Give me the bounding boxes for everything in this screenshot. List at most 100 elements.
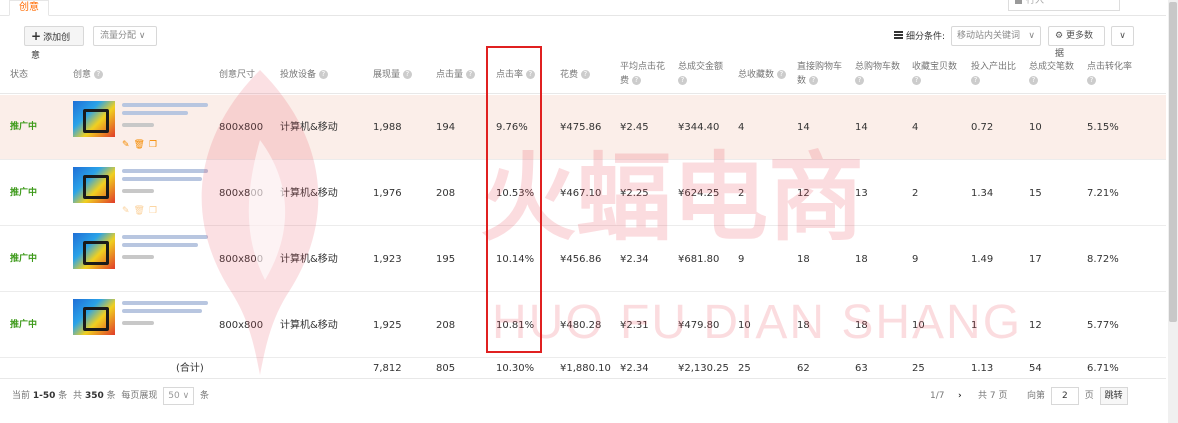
creative-thumbnail[interactable]	[73, 101, 115, 137]
add-creative-button[interactable]: + 添加创意	[24, 26, 84, 61]
cell-clicks: 208	[436, 320, 456, 331]
chevron-down-icon: ∨	[138, 31, 146, 41]
edit-icon[interactable]: ✎	[122, 140, 134, 150]
cell-gmv: ¥479.80	[678, 320, 720, 331]
search-input[interactable]: 行入	[1008, 0, 1120, 11]
creative-title-blurred	[122, 243, 198, 247]
cell-size: 800x800	[219, 188, 264, 199]
col-status: 状态	[10, 70, 29, 80]
col-cost[interactable]: 花费 ?	[560, 68, 590, 82]
cell-gmv: ¥624.25	[678, 188, 720, 199]
cell-cvr: 8.72%	[1087, 254, 1119, 265]
status-badge: 推广中	[10, 188, 38, 198]
cell-size: 800x800	[219, 320, 264, 331]
cell-roi: 1	[971, 320, 978, 331]
table-header: 状态 创意 ? 创意尺寸 投放设备 ? 展现量 ? 点击量 ? 点击率 ? 花费…	[0, 54, 1166, 94]
creative-thumbnail[interactable]	[73, 299, 115, 335]
vertical-scrollbar[interactable]	[1168, 0, 1178, 423]
cell-cpc: ¥2.34	[620, 254, 649, 265]
table-total-row: (合计) 7,812 805 10.30% ¥1,880.10 ¥2.34 ¥2…	[0, 359, 1166, 379]
filter-dimension-value: 移动站内关键词	[957, 31, 1021, 41]
col-device[interactable]: 投放设备 ?	[280, 68, 328, 82]
total-cvr: 6.71%	[1087, 363, 1119, 374]
creative-thumbnail[interactable]	[73, 167, 115, 203]
cell-roi: 0.72	[971, 122, 994, 133]
total-cost: ¥1,880.10	[560, 363, 611, 374]
more-data-button[interactable]: ⚙ 更多数据	[1048, 26, 1105, 59]
creative-title-blurred	[122, 235, 208, 239]
next-page-icon[interactable]: ›	[958, 385, 962, 407]
col-clicks[interactable]: 点击量 ?	[436, 68, 475, 82]
goto-page-button[interactable]: 跳转	[1099, 387, 1128, 405]
col-cpc[interactable]: 平均点击花费 ?	[620, 60, 670, 88]
goto-page-input[interactable]: 2	[1050, 387, 1079, 405]
col-cvr[interactable]: 点击转化率 ?	[1087, 60, 1142, 88]
help-icon: ?	[855, 76, 864, 85]
traffic-allocation-dropdown[interactable]: 流量分配 ∨	[93, 26, 157, 46]
cell-cvr: 5.15%	[1087, 122, 1119, 133]
tab-creative[interactable]: 创意	[9, 0, 49, 16]
col-roi[interactable]: 投入产出比 ?	[971, 60, 1023, 88]
total-orders: 54	[1029, 363, 1042, 374]
col-gmv[interactable]: 总成交金额 ?	[678, 60, 730, 88]
col-creative[interactable]: 创意 ?	[73, 68, 103, 82]
cell-fav-items: 10	[912, 320, 925, 331]
cell-direct-cart: 12	[797, 188, 810, 199]
creative-title-blurred	[122, 309, 202, 313]
table-row[interactable]: 推广中 800x800 计算机&移动 1,925 208 10.81% ¥480…	[0, 293, 1166, 358]
total-pages: 共 7 页	[978, 391, 1008, 401]
total-direct-cart: 62	[797, 363, 810, 374]
collapse-button[interactable]: ∨	[1111, 26, 1134, 46]
creative-meta-blurred	[122, 123, 154, 127]
status-badge: 推广中	[10, 122, 38, 132]
cell-direct-cart: 18	[797, 254, 810, 265]
cell-gmv: ¥344.40	[678, 122, 720, 133]
help-icon: ?	[580, 70, 590, 79]
cell-cost: ¥456.86	[560, 254, 602, 265]
col-direct-cart[interactable]: 直接购物车数 ?	[797, 60, 849, 88]
edit-icon[interactable]: ✎	[122, 206, 134, 216]
col-orders[interactable]: 总成交笔数 ?	[1029, 60, 1081, 88]
search-placeholder: 行入	[1026, 0, 1045, 6]
cell-total-cart: 13	[855, 188, 868, 199]
page-status: 1/7	[930, 391, 945, 401]
col-fav-items[interactable]: 收藏宝贝数 ?	[912, 60, 964, 88]
delete-icon[interactable]: 🗑	[134, 140, 149, 150]
creative-thumbnail[interactable]	[73, 233, 115, 269]
col-ctr[interactable]: 点击率 ?	[496, 68, 535, 82]
col-total-cart[interactable]: 总购物车数 ?	[855, 60, 907, 88]
col-size: 创意尺寸	[219, 70, 256, 80]
delete-icon[interactable]: 🗑	[134, 206, 149, 216]
row-actions[interactable]: ✎🗑❐	[122, 140, 161, 150]
cell-cost: ¥475.86	[560, 122, 602, 133]
copy-icon[interactable]: ❐	[149, 140, 161, 150]
creative-meta-blurred	[122, 321, 154, 325]
chevron-down-icon: ∨	[1119, 31, 1126, 41]
cell-cpc: ¥2.25	[620, 188, 649, 199]
table-row[interactable]: 推广中 ✎🗑❐ 800x800 计算机&移动 1,988 194 9.76% ¥…	[0, 95, 1166, 160]
table-row[interactable]: 推广中 ✎🗑❐ 800x800 计算机&移动 1,976 208 10.53% …	[0, 161, 1166, 226]
cell-fav-items: 9	[912, 254, 919, 265]
cell-ctr: 10.53%	[496, 188, 535, 199]
col-favorites[interactable]: 总收藏数 ?	[738, 68, 786, 82]
cell-orders: 17	[1029, 254, 1042, 265]
page-size-select[interactable]: 50 ∨	[163, 387, 195, 405]
cell-impressions: 1,923	[373, 254, 402, 265]
cell-favorites: 4	[738, 122, 745, 133]
table-row[interactable]: 推广中 800x800 计算机&移动 1,923 195 10.14% ¥456…	[0, 227, 1166, 292]
help-icon: ?	[971, 76, 980, 85]
filter-dimension-select[interactable]: 移动站内关键词 ∨	[951, 26, 1041, 46]
status-badge: 推广中	[10, 254, 38, 264]
help-icon: ?	[525, 70, 535, 79]
cell-device: 计算机&移动	[280, 188, 338, 199]
copy-icon[interactable]: ❐	[149, 206, 161, 216]
cell-orders: 10	[1029, 122, 1042, 133]
help-icon: ?	[912, 76, 921, 85]
creative-title-blurred	[122, 301, 208, 305]
filter-list-icon	[894, 31, 903, 39]
scrollbar-thumb[interactable]	[1169, 2, 1177, 322]
row-actions[interactable]: ✎🗑❐	[122, 206, 161, 216]
total-fav-items: 25	[912, 363, 925, 374]
cell-device: 计算机&移动	[280, 122, 338, 133]
col-impressions[interactable]: 展现量 ?	[373, 68, 412, 82]
